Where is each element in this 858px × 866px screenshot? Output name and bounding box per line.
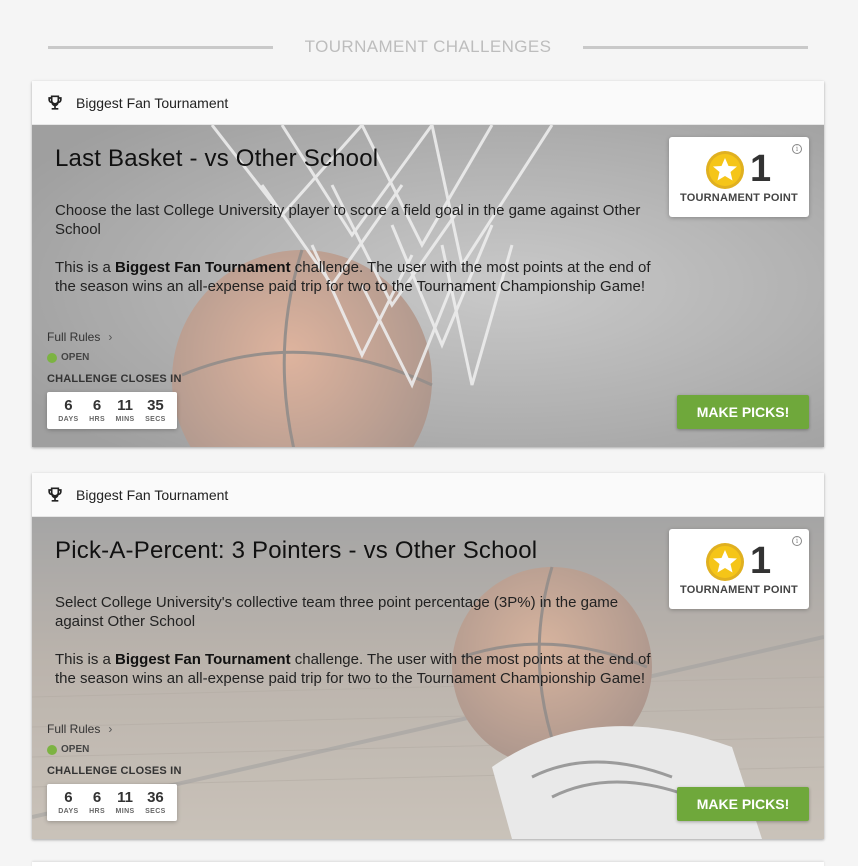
points-label: TOURNAMENT POINT (680, 584, 798, 596)
card-header: Biggest Fan Tournament (32, 473, 824, 517)
countdown-seconds: 35 SECS (145, 397, 166, 424)
make-picks-button[interactable]: MAKE PICKS! (677, 395, 809, 429)
challenge-promo: This is a Biggest Fan Tournament challen… (55, 258, 655, 296)
tournament-name: Biggest Fan Tournament (76, 486, 229, 503)
section-header: TOURNAMENT CHALLENGES (48, 34, 809, 60)
closes-label: CHALLENGE CLOSES IN (47, 373, 182, 385)
promo-prefix: This is a (55, 259, 116, 276)
challenge-title: Last Basket - vs Other School (55, 145, 379, 172)
info-icon[interactable]: i (792, 536, 802, 546)
points-label: TOURNAMENT POINT (680, 192, 798, 204)
chevron-right-icon: › (108, 330, 113, 344)
full-rules-link[interactable]: Full Rules › (47, 330, 112, 344)
card-body: Pick-A-Percent: 3 Pointers - vs Other Sc… (32, 517, 824, 839)
star-icon (706, 543, 744, 581)
countdown-minutes: 11 MINS (115, 789, 135, 816)
status-badge: OPEN (47, 744, 89, 755)
full-rules-link[interactable]: Full Rules › (47, 722, 112, 736)
status-dot (47, 744, 57, 755)
challenge-description: Choose the last College University playe… (55, 202, 641, 238)
countdown-timer: 6 DAYS 6 HRS 11 MINS 36 SECS (47, 784, 177, 821)
challenge-promo: This is a Biggest Fan Tournament challen… (55, 650, 655, 688)
countdown-days: 6 DAYS (58, 397, 79, 424)
tournament-name: Biggest Fan Tournament (76, 94, 229, 111)
points-box: i 1 TOURNAMENT POINT (669, 529, 809, 609)
countdown-days: 6 DAYS (58, 789, 79, 816)
info-icon[interactable]: i (792, 144, 802, 154)
status-label: OPEN (61, 744, 90, 755)
full-rules-label: Full Rules (47, 330, 101, 344)
promo-tournament-name: Biggest Fan Tournament (115, 259, 291, 276)
section-title: TOURNAMENT CHALLENGES (304, 37, 552, 56)
trophy-icon (48, 487, 62, 502)
points-value: 1 (750, 148, 772, 190)
countdown-seconds: 36 SECS (145, 789, 166, 816)
countdown-hours: 6 HRS (89, 397, 106, 424)
star-icon (706, 151, 744, 189)
countdown-minutes: 11 MINS (115, 397, 135, 424)
countdown-timer: 6 DAYS 6 HRS 11 MINS 35 SECS (47, 392, 177, 429)
countdown-hours: 6 HRS (89, 789, 106, 816)
divider-right (583, 45, 809, 49)
card-header: Biggest Fan Tournament (32, 81, 824, 125)
status-badge: OPEN (47, 352, 89, 363)
divider-left (48, 45, 273, 49)
card-body: Last Basket - vs Other School Choose the… (32, 125, 824, 447)
challenge-title: Pick-A-Percent: 3 Pointers - vs Other Sc… (55, 537, 538, 564)
trophy-icon (48, 95, 62, 110)
challenge-description: Select College University's collective t… (55, 594, 619, 630)
status-label: OPEN (61, 352, 90, 363)
points-box: i 1 TOURNAMENT POINT (669, 137, 809, 217)
challenge-card: Biggest Fan Tournament (32, 473, 824, 839)
closes-label: CHALLENGE CLOSES IN (47, 765, 182, 777)
challenge-card-partial (32, 862, 824, 866)
chevron-right-icon: › (108, 722, 113, 736)
status-dot (47, 352, 57, 363)
make-picks-button[interactable]: MAKE PICKS! (677, 787, 809, 821)
challenge-card: Biggest Fan Tournament (32, 81, 824, 447)
full-rules-label: Full Rules (47, 722, 101, 736)
promo-tournament-name: Biggest Fan Tournament (115, 651, 291, 668)
promo-prefix: This is a (55, 651, 116, 668)
points-value: 1 (750, 540, 772, 582)
